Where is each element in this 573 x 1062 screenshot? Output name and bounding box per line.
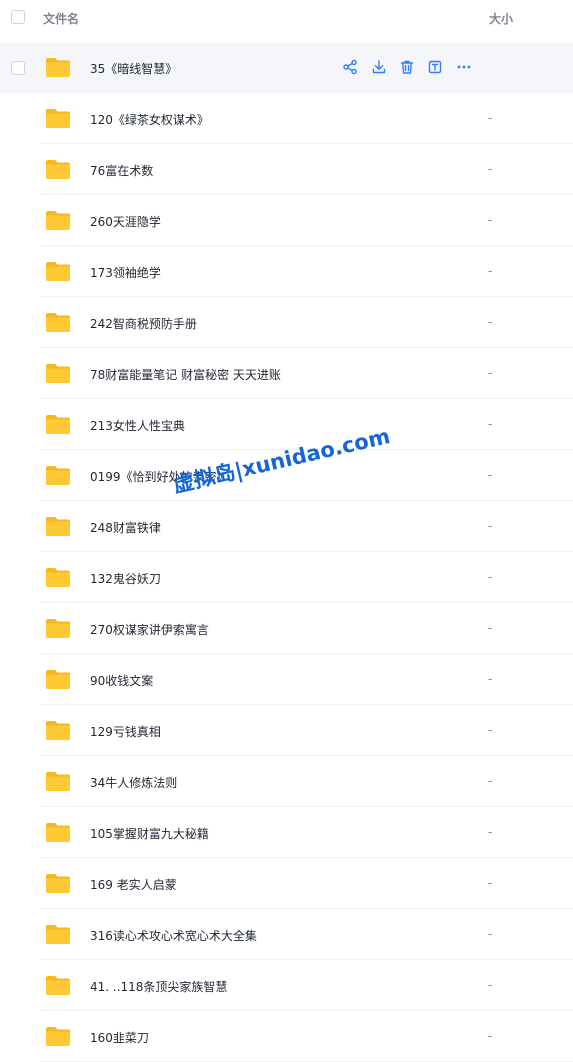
- file-size: -: [488, 570, 493, 584]
- file-size: -: [488, 366, 493, 380]
- folder-icon: [45, 159, 71, 180]
- folder-icon: [45, 414, 71, 435]
- more-icon[interactable]: [456, 59, 472, 75]
- file-name[interactable]: 160韭菜刀: [90, 1029, 149, 1046]
- file-size: -: [488, 723, 493, 737]
- folder-icon: [45, 567, 71, 588]
- file-size: -: [488, 876, 493, 890]
- folder-icon: [45, 618, 71, 639]
- folder-icon: [45, 822, 71, 843]
- folder-icon: [45, 1026, 71, 1047]
- file-size: -: [488, 111, 493, 125]
- share-icon[interactable]: [342, 59, 358, 75]
- file-row[interactable]: 248财富铁律 -: [0, 501, 573, 552]
- rename-icon[interactable]: [427, 59, 443, 75]
- file-name[interactable]: 169 老实人启蒙: [90, 876, 177, 893]
- select-all-checkbox[interactable]: [11, 10, 25, 24]
- file-row[interactable]: 105掌握财富九大秘籍 -: [0, 807, 573, 858]
- file-name[interactable]: 78财富能量笔记 财富秘密 天天进账: [90, 366, 281, 383]
- file-list: 35《暗线智慧》 120《绿茶女权谋术》 -76富在术数 -260天涯隐学 -173领袖…: [0, 42, 573, 1062]
- file-row[interactable]: 78财富能量笔记 财富秘密 天天进账 -: [0, 348, 573, 399]
- folder-icon: [45, 669, 71, 690]
- folder-icon: [45, 873, 71, 894]
- file-row[interactable]: 120《绿茶女权谋术》 -: [0, 93, 573, 144]
- file-name[interactable]: 34牛人修炼法则: [90, 774, 177, 791]
- file-size: -: [488, 417, 493, 431]
- file-row[interactable]: 41. ..118条顶尖家族智慧 -: [0, 960, 573, 1011]
- row-checkbox[interactable]: [11, 61, 25, 75]
- folder-icon: [45, 261, 71, 282]
- file-size: -: [488, 825, 493, 839]
- file-size: -: [488, 468, 493, 482]
- file-row[interactable]: 160韭菜刀 -: [0, 1011, 573, 1062]
- file-row[interactable]: 242智商税预防手册 -: [0, 297, 573, 348]
- file-row[interactable]: 132鬼谷妖刀 -: [0, 552, 573, 603]
- file-row[interactable]: 129亏钱真相 -: [0, 705, 573, 756]
- file-size: -: [488, 315, 493, 329]
- file-name[interactable]: 173领袖绝学: [90, 264, 161, 281]
- file-name[interactable]: 76富在术数: [90, 162, 153, 179]
- file-size: -: [488, 621, 493, 635]
- file-size: -: [488, 672, 493, 686]
- file-row[interactable]: 316读心术攻心术宽心术大全集 -: [0, 909, 573, 960]
- file-size: -: [488, 774, 493, 788]
- folder-icon: [45, 771, 71, 792]
- file-name[interactable]: 316读心术攻心术宽心术大全集: [90, 927, 257, 944]
- file-name[interactable]: 105掌握财富九大秘籍: [90, 825, 209, 842]
- file-name[interactable]: 90收钱文案: [90, 672, 153, 689]
- column-header-filename[interactable]: 文件名: [43, 10, 79, 27]
- file-name[interactable]: 260天涯隐学: [90, 213, 161, 230]
- file-name[interactable]: 41. ..118条顶尖家族智慧: [90, 978, 227, 995]
- file-list-header: 文件名 大小: [0, 0, 573, 36]
- file-name[interactable]: 270权谋家讲伊索寓言: [90, 621, 209, 638]
- folder-icon: [45, 363, 71, 384]
- file-size: -: [488, 1029, 493, 1043]
- file-name[interactable]: 242智商税预防手册: [90, 315, 197, 332]
- folder-icon: [45, 312, 71, 333]
- file-name[interactable]: 35《暗线智慧》: [90, 60, 177, 77]
- file-size: -: [488, 162, 493, 176]
- file-size: -: [488, 519, 493, 533]
- file-size: -: [488, 927, 493, 941]
- file-name[interactable]: 248财富铁律: [90, 519, 161, 536]
- download-icon[interactable]: [371, 59, 387, 75]
- file-size: -: [488, 264, 493, 278]
- file-row[interactable]: 270权谋家讲伊索寓言 -: [0, 603, 573, 654]
- folder-icon: [45, 516, 71, 537]
- file-size: -: [488, 978, 493, 992]
- file-row[interactable]: 173领袖绝学 -: [0, 246, 573, 297]
- folder-icon: [45, 57, 71, 78]
- file-size: -: [488, 213, 493, 227]
- file-row[interactable]: 90收钱文案 -: [0, 654, 573, 705]
- file-name[interactable]: 213女性人性宝典: [90, 417, 185, 434]
- file-row[interactable]: 76富在术数 -: [0, 144, 573, 195]
- file-name[interactable]: 129亏钱真相: [90, 723, 161, 740]
- file-row[interactable]: 260天涯隐学 -: [0, 195, 573, 246]
- trash-icon[interactable]: [399, 59, 415, 75]
- file-row[interactable]: 35《暗线智慧》: [0, 42, 573, 93]
- file-row[interactable]: 169 老实人启蒙 -: [0, 858, 573, 909]
- folder-icon: [45, 108, 71, 129]
- folder-icon: [45, 210, 71, 231]
- folder-icon: [45, 465, 71, 486]
- column-header-size[interactable]: 大小: [489, 10, 513, 27]
- folder-icon: [45, 924, 71, 945]
- folder-icon: [45, 975, 71, 996]
- file-name[interactable]: 132鬼谷妖刀: [90, 570, 161, 587]
- file-row[interactable]: 34牛人修炼法则 -: [0, 756, 573, 807]
- folder-icon: [45, 720, 71, 741]
- file-name[interactable]: 120《绿茶女权谋术》: [90, 111, 209, 128]
